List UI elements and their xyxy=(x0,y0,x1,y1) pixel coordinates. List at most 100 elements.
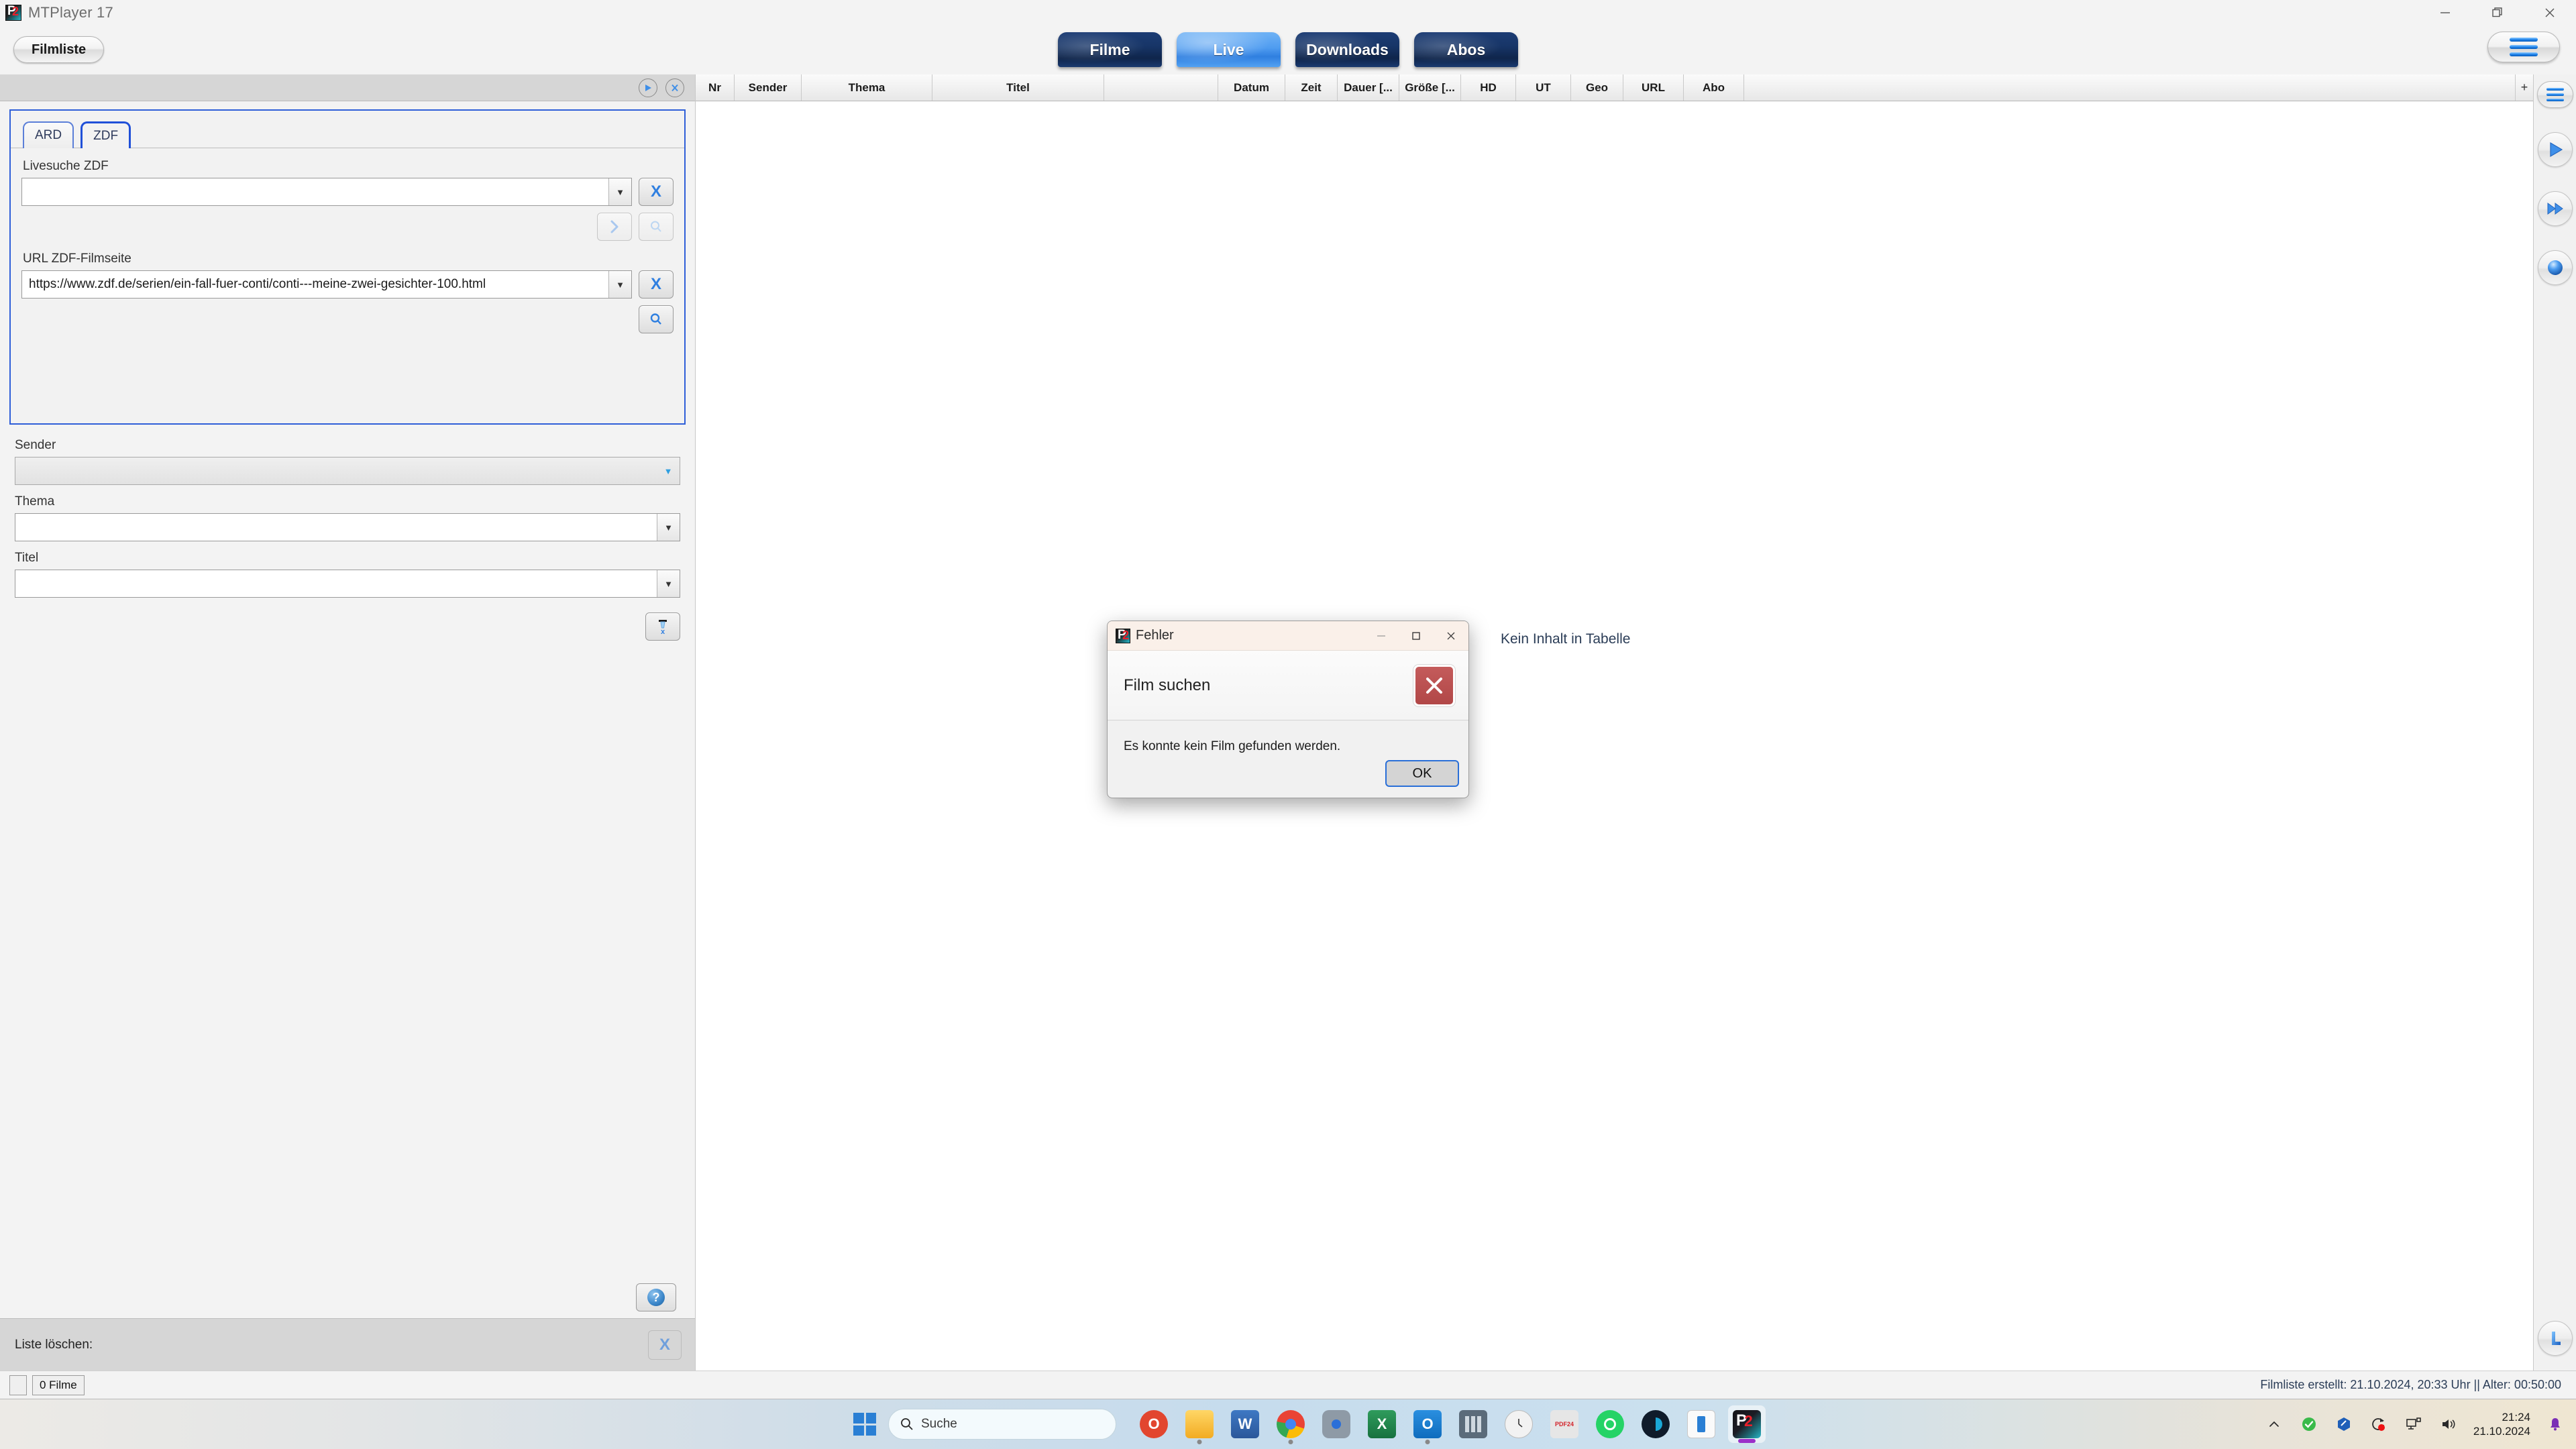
status-bar: 0 Filme Filmliste erstellt: 21.10.2024, … xyxy=(0,1371,2576,1399)
calculator-icon[interactable] xyxy=(1454,1405,1492,1443)
mtplayer-icon[interactable]: P 2 xyxy=(1728,1405,1766,1443)
url-clear-button[interactable]: X xyxy=(639,270,674,299)
column-header-dauer[interactable]: Dauer [... xyxy=(1338,74,1399,101)
volume-icon[interactable] xyxy=(2438,1414,2459,1434)
column-header-thema[interactable]: Thema xyxy=(802,74,932,101)
column-header-abo[interactable]: Abo xyxy=(1684,74,1744,101)
url-filmseite-input[interactable]: https://www.zdf.de/serien/ein-fall-fuer-… xyxy=(21,270,632,299)
clear-x-icon[interactable] xyxy=(665,78,684,97)
taskbar-clock[interactable]: 21:24 21.10.2024 xyxy=(2473,1410,2530,1439)
tab-live[interactable]: Live xyxy=(1177,32,1281,67)
liste-loeschen-clear-button[interactable]: X xyxy=(648,1330,682,1360)
column-header-groesse[interactable]: Größe [... xyxy=(1399,74,1461,101)
chevron-down-icon[interactable]: ▼ xyxy=(608,271,631,298)
thema-filter-input[interactable]: ▼ xyxy=(15,513,680,541)
livesuche-clear-button[interactable]: X xyxy=(639,178,674,206)
windows-taskbar: Suche O W X O PDF24 P 2 21:24 21.10.2024 xyxy=(0,1399,2576,1449)
column-header-datum[interactable]: Datum xyxy=(1218,74,1285,101)
minimize-icon[interactable] xyxy=(2419,0,2471,25)
hamburger-menu-icon[interactable] xyxy=(2487,32,2560,62)
pdf24-icon[interactable]: PDF24 xyxy=(1546,1405,1583,1443)
livesuche-action-buttons xyxy=(11,206,684,241)
chevron-down-icon[interactable]: ▼ xyxy=(657,570,680,597)
dialog-headline: Film suchen xyxy=(1124,676,1211,694)
close-icon[interactable] xyxy=(2524,0,2576,25)
film-count-chip[interactable]: 0 Filme xyxy=(32,1375,85,1395)
tab-abos[interactable]: Abos xyxy=(1414,32,1518,67)
titel-filter-row: ▼ xyxy=(0,570,695,598)
column-header-geo[interactable]: Geo xyxy=(1571,74,1623,101)
table-header-row: Nr Sender Thema Titel Datum Zeit Dauer [… xyxy=(696,74,2533,101)
chevron-right-icon[interactable] xyxy=(597,213,632,241)
sender-tab-ard[interactable]: ARD xyxy=(23,121,74,148)
tab-downloads[interactable]: Downloads xyxy=(1295,32,1399,67)
sync-record-icon[interactable] xyxy=(2369,1414,2389,1434)
play-film-icon[interactable] xyxy=(2537,132,2573,167)
edge-glyph xyxy=(1642,1410,1670,1438)
chevron-down-icon[interactable]: ▼ xyxy=(657,514,680,541)
opera-icon[interactable]: O xyxy=(1135,1405,1173,1443)
column-header-ut[interactable]: UT xyxy=(1516,74,1571,101)
magnifier-icon[interactable] xyxy=(639,213,674,241)
edge-icon[interactable] xyxy=(1637,1405,1674,1443)
dialog-body: Es konnte kein Film gefunden werden. OK xyxy=(1108,720,1468,798)
bell-icon[interactable] xyxy=(2545,1414,2565,1434)
mtplayer-glyph: P 2 xyxy=(1733,1410,1761,1438)
clear-filter-row: x xyxy=(0,598,695,641)
column-header-sender[interactable]: Sender xyxy=(735,74,802,101)
remote-display-icon[interactable] xyxy=(2404,1414,2424,1434)
right-icon-rail xyxy=(2533,74,2576,1371)
fast-forward-icon[interactable] xyxy=(2537,191,2573,226)
column-header-hd[interactable]: HD xyxy=(1461,74,1516,101)
phone-link-icon[interactable] xyxy=(1682,1405,1720,1443)
shield-check-icon[interactable] xyxy=(2299,1414,2319,1434)
excel-icon[interactable]: X xyxy=(1363,1405,1401,1443)
active-app-indicator xyxy=(1738,1439,1756,1443)
list-menu-icon[interactable] xyxy=(2536,81,2573,108)
clear-filter-icon[interactable]: x xyxy=(645,612,680,641)
file-explorer-icon[interactable] xyxy=(1181,1405,1218,1444)
whatsapp-icon[interactable] xyxy=(1591,1405,1629,1443)
clock-icon[interactable] xyxy=(1500,1405,1538,1443)
chevron-up-icon[interactable] xyxy=(2264,1414,2284,1434)
restore-icon[interactable] xyxy=(2471,0,2524,25)
outlook-icon[interactable]: O xyxy=(1409,1405,1446,1444)
sender-tab-zdf[interactable]: ZDF xyxy=(80,121,131,148)
add-column-button[interactable]: + xyxy=(2516,74,2533,101)
url-search-magnifier-icon[interactable] xyxy=(639,305,674,333)
error-x-icon xyxy=(1413,664,1455,706)
blue-sphere-icon[interactable] xyxy=(2537,250,2573,285)
filmliste-button[interactable]: Filmliste xyxy=(13,36,105,63)
windows-start-icon[interactable] xyxy=(853,1413,876,1436)
maximize-icon[interactable] xyxy=(1399,621,1434,651)
tab-filme[interactable]: Filme xyxy=(1058,32,1162,67)
taskbar-search-box[interactable]: Suche xyxy=(888,1409,1116,1440)
settings-icon[interactable] xyxy=(1318,1405,1355,1443)
plugin-icon[interactable] xyxy=(2334,1414,2354,1434)
column-header-nr[interactable]: Nr xyxy=(696,74,735,101)
word-icon[interactable]: W xyxy=(1226,1405,1264,1443)
column-header-blank[interactable] xyxy=(1104,74,1218,101)
application-window: MTPlayer 17 Filmliste Filme xyxy=(0,0,2576,1399)
chevron-down-icon[interactable]: ▼ xyxy=(657,458,680,484)
outlook-glyph: O xyxy=(1413,1410,1442,1438)
letter-l-icon[interactable] xyxy=(2538,1321,2573,1356)
chevron-down-icon[interactable]: ▼ xyxy=(608,178,631,205)
column-header-zeit[interactable]: Zeit xyxy=(1285,74,1338,101)
minimize-icon[interactable] xyxy=(1364,621,1399,651)
url-filmseite-row: https://www.zdf.de/serien/ein-fall-fuer-… xyxy=(11,270,684,299)
chrome-icon[interactable] xyxy=(1272,1405,1309,1444)
column-header-url[interactable]: URL xyxy=(1623,74,1684,101)
column-header-titel[interactable]: Titel xyxy=(932,74,1104,101)
status-left-chip[interactable] xyxy=(9,1375,27,1395)
play-icon[interactable] xyxy=(639,78,657,97)
running-indicator xyxy=(1425,1440,1430,1444)
titel-filter-input[interactable]: ▼ xyxy=(15,570,680,598)
close-icon[interactable] xyxy=(1434,621,1468,651)
livesuche-input[interactable]: ▼ xyxy=(21,178,632,206)
word-glyph: W xyxy=(1231,1410,1259,1438)
sender-filter-select[interactable]: ▼ xyxy=(15,457,680,485)
help-question-icon[interactable]: ? xyxy=(636,1283,676,1311)
main-tabs: Filme Live Downloads Abos xyxy=(1058,32,1518,67)
dialog-ok-button[interactable]: OK xyxy=(1385,760,1459,787)
